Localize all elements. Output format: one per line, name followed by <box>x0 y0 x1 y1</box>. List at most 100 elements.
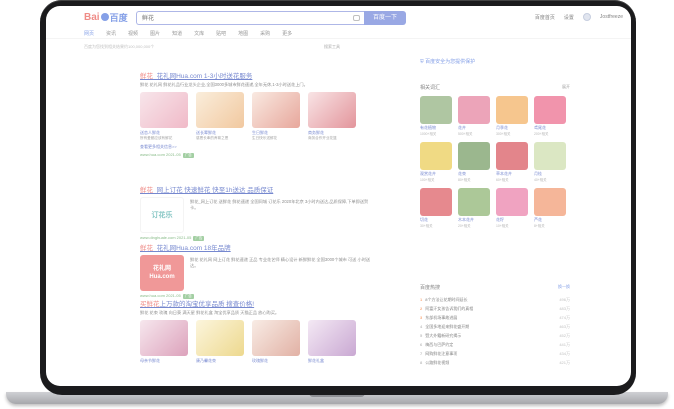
related-item[interactable]: 花籽 10+相关 <box>496 188 528 228</box>
related-item[interactable]: 切花 30+相关 <box>420 188 452 228</box>
thumb-card[interactable]: 康乃馨花束 <box>196 320 244 364</box>
hot-text: 网购鲜花注意事项 <box>425 351 458 356</box>
header: Bai 百度 鲜花 百度一下 百度首页 设置 Jostfreeze <box>46 6 631 28</box>
settings-link[interactable]: 设置 <box>564 14 574 21</box>
hot-item[interactable]: 6 梅西与巴萨约定 441万 <box>420 340 570 349</box>
search-query: 鲜花 <box>142 16 155 22</box>
related-image <box>534 188 566 216</box>
url-text: www.hua.com 2021-05 <box>140 152 181 157</box>
avatar[interactable] <box>582 13 591 21</box>
thumb-row: 送恋人鲜花 所有爱都应该有鲜花 送长辈鲜花 感恩长辈的养育之恩 生日鲜花 生日快… <box>140 92 375 141</box>
hot-refresh[interactable]: 换一换 <box>558 284 570 291</box>
thumb-card[interactable]: 送恋人鲜花 所有爱都应该有鲜花 <box>140 92 188 141</box>
related-item[interactable]: 有花植物 1000+相关 <box>420 96 452 136</box>
related-item[interactable]: 观赏花卉 100+相关 <box>420 142 452 182</box>
hot-item[interactable]: 8 公路鲜花视频 421万 <box>420 358 570 367</box>
related-sub: 1000+相关 <box>420 132 437 136</box>
home-link[interactable]: 百度首页 <box>535 14 555 21</box>
result-title[interactable]: 买鲜花上万款的淘宝优享品质 搜查价格! <box>140 298 375 308</box>
related-image <box>458 96 490 124</box>
hot-text: 梅西与巴萨约定 <box>425 342 454 347</box>
hot-item[interactable]: 7 网购鲜花注意事项 434万 <box>420 349 570 358</box>
username[interactable]: Jostfreeze <box>600 14 623 20</box>
hot-value: 434万 <box>559 351 570 356</box>
title-rest: 上万款的淘宝优享品质 搜查价格! <box>159 301 255 308</box>
result-title[interactable]: 鲜花_花礼网Hua.com 1-3小时送花服务 <box>140 70 375 80</box>
result-url: www.dinghuale.com 2021-05 广告 <box>140 235 375 241</box>
hot-value: 483万 <box>559 306 570 311</box>
hot-text: 全国多地迎来鲜花盛开期 <box>425 324 470 329</box>
hot-item[interactable]: 3 东部机场事故进展 474万 <box>420 313 570 322</box>
camera-icon[interactable] <box>353 15 360 21</box>
hot-header: 百度热搜 换一换 <box>420 284 570 291</box>
related-image <box>496 188 528 216</box>
flower-image <box>196 92 244 128</box>
paw-icon <box>100 13 109 21</box>
security-notice[interactable]: ⛨ 百度安全为您提供保护 <box>420 58 570 65</box>
ad-badge: 广告 <box>193 236 205 241</box>
thumb-sub: 生日快乐送鲜花 <box>252 136 278 140</box>
related-item[interactable]: 花束 80+相关 <box>458 142 490 182</box>
result-title[interactable]: 鲜花_网上订花 快速鲜花 快至1h送达 品质保证 <box>140 184 375 194</box>
related-image <box>496 96 528 124</box>
hot-value: 463万 <box>559 324 570 329</box>
hot-value: 452万 <box>559 333 570 338</box>
related-image <box>420 96 452 124</box>
related-item[interactable]: 鸢尾花 200+相关 <box>534 96 566 136</box>
hot-item[interactable]: 5 暨大外籍新研究揭示 452万 <box>420 331 570 340</box>
related-item[interactable]: 花卉 500+相关 <box>458 96 490 136</box>
brand-logo[interactable]: 花礼网 Hua.com <box>140 255 184 291</box>
screen: Bai 百度 鲜花 百度一下 百度首页 设置 Jostfreeze 网页 资讯 … <box>46 6 631 386</box>
search-results-page: Bai 百度 鲜花 百度一下 百度首页 设置 Jostfreeze 网页 资讯 … <box>46 6 631 386</box>
related-item[interactable]: 草本花卉 60+相关 <box>496 142 528 182</box>
related-sub: 60+相关 <box>496 178 509 182</box>
flower-image <box>308 92 356 128</box>
hot-title: 百度热搜 <box>420 285 441 291</box>
result-2: 鲜花_网上订花 快速鲜花 快至1h送达 品质保证 订花乐 鲜花_网上订花 送鲜花… <box>140 184 375 241</box>
thumb-caption: 母亲节鲜花 <box>140 358 160 363</box>
thumb-caption: 玫瑰鲜花 <box>252 358 268 363</box>
search-tools[interactable]: 搜索工具 <box>324 44 340 50</box>
tab-divider <box>46 38 631 39</box>
hot-value: 474万 <box>559 315 570 320</box>
flower-image <box>196 320 244 356</box>
related-item[interactable]: 月桂 40+相关 <box>534 142 566 182</box>
hot-text: 暨大外籍新研究揭示 <box>425 333 462 338</box>
ad-badge: 广告 <box>182 153 194 158</box>
thumb-card[interactable]: 商务鲜花 商务合作开业花篮 <box>308 92 356 141</box>
thumb-sub: 所有爱都应该有鲜花 <box>140 136 173 140</box>
brand-logo[interactable]: 订花乐 <box>140 197 184 233</box>
related-sub: 300+相关 <box>496 132 511 136</box>
result-desc: 鲜花_网上订花 送鲜花 鲜花速递 全国同城 订花乐 2020年北京 3小时内送达… <box>190 199 369 210</box>
flower-image <box>252 92 300 128</box>
related-image <box>458 188 490 216</box>
more-link[interactable]: 查看更多相关信息>> <box>140 144 375 150</box>
related-sub: 8+相关 <box>534 224 545 228</box>
thumb-card[interactable]: 母亲节鲜花 <box>140 320 188 364</box>
thumb-card[interactable]: 生日鲜花 生日快乐送鲜花 <box>252 92 300 141</box>
related-sub: 40+相关 <box>534 178 547 182</box>
related-item[interactable]: 芦花 8+相关 <box>534 188 566 228</box>
shield-icon: ⛨ <box>420 59 424 65</box>
thumb-card[interactable]: 送长辈鲜花 感恩长辈的养育之恩 <box>196 92 244 141</box>
related-item[interactable]: 木本花卉 20+相关 <box>458 188 490 228</box>
hot-item[interactable]: 4 全国多地迎来鲜花盛开期 463万 <box>420 322 570 331</box>
logo-suffix: 百度 <box>109 12 128 23</box>
result-title[interactable]: 鲜花_花礼网Hua.com 18年品牌 <box>140 242 375 252</box>
related-expand[interactable]: 展开 <box>562 84 570 91</box>
title-rest: _网上订花 快速鲜花 快至1h送达 品质保证 <box>153 187 274 194</box>
hot-item[interactable]: 1 8个方法让花期时间延长 496万 <box>420 295 570 304</box>
search-input[interactable]: 鲜花 <box>136 11 364 25</box>
related-item[interactable]: 月季花 300+相关 <box>496 96 528 136</box>
thumb-caption: 康乃馨花束 <box>196 358 216 363</box>
thumb-card[interactable]: 玫瑰鲜花 <box>252 320 300 364</box>
thumb-card[interactable]: 鲜花礼盒 <box>308 320 356 364</box>
baidu-logo[interactable]: Bai 百度 <box>84 11 128 23</box>
result-url: www.hua.com 2021-05 广告 <box>140 152 375 158</box>
hot-item[interactable]: 2 阿富汗女孩告诉我们的真相 483万 <box>420 304 570 313</box>
search-button[interactable]: 百度一下 <box>364 11 406 25</box>
result-3: 鲜花_花礼网Hua.com 18年品牌 花礼网 Hua.com 鲜花 花礼网 网… <box>140 242 375 299</box>
result-body: 花礼网 Hua.com 鲜花 花礼网 网上订花 鲜花速递 正品 专业花艺师 精心… <box>140 255 375 291</box>
related-sub: 500+相关 <box>458 132 473 136</box>
related-sub: 100+相关 <box>420 178 435 182</box>
